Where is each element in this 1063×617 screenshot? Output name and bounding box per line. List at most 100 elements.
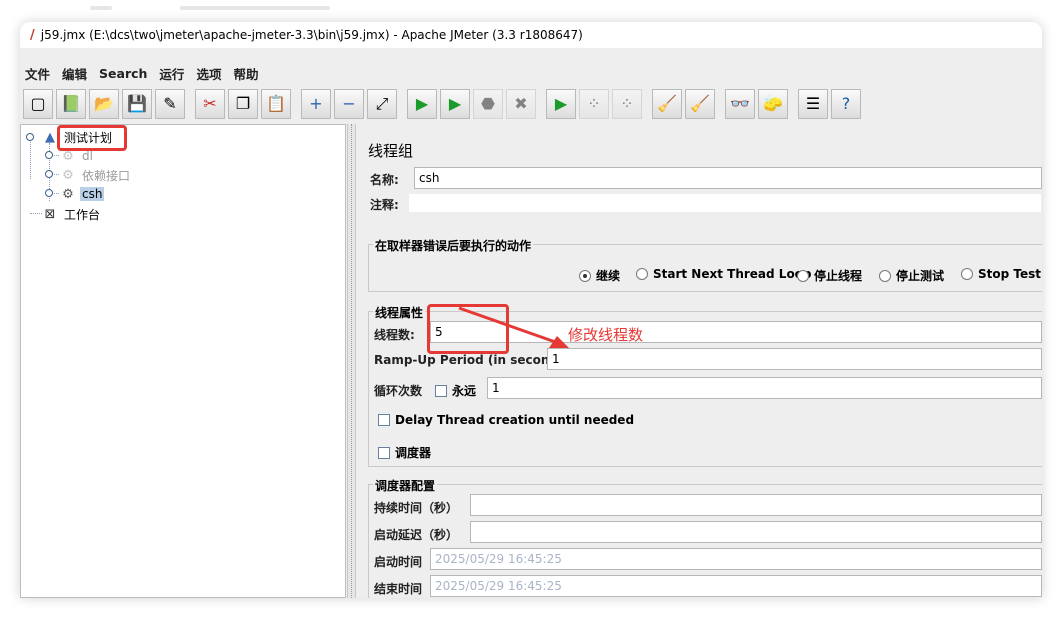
radio-indicator [961, 268, 973, 280]
toggle-button[interactable]: ⤢ [367, 89, 397, 119]
startup-delay-field[interactable] [470, 521, 1042, 543]
menu-edit[interactable]: 编辑 [61, 64, 88, 83]
cut-button[interactable]: ✂ [195, 89, 225, 119]
annotation-text: 修改线程数 [568, 326, 644, 344]
save-as-icon: ✎ [163, 94, 177, 113]
scheduler-checkbox[interactable]: 调度器 [378, 444, 431, 461]
help-icon: ? [841, 94, 851, 113]
checkbox-label: 调度器 [395, 446, 432, 460]
panel-title: 线程组 [368, 142, 414, 160]
thread-group-gear-icon: ⚙ [62, 167, 74, 183]
search-button[interactable]: 👓 [725, 89, 755, 119]
thread-group-gear-icon: ⚙ [62, 186, 74, 202]
forever-checkbox[interactable]: 永远 [435, 382, 476, 399]
menu-options[interactable]: 选项 [195, 64, 222, 83]
comment-field[interactable] [408, 193, 1042, 213]
remote-start-button[interactable]: ▶ [546, 89, 576, 119]
tree-toggle-dl[interactable] [45, 151, 53, 159]
radio-stop-thread[interactable]: 停止线程 [797, 267, 862, 284]
split-pane-divider[interactable] [347, 124, 356, 598]
tree-node-label: csh [80, 187, 105, 201]
workbench-icon: ⊠ [44, 206, 56, 222]
name-field[interactable]: csh [414, 167, 1042, 189]
scheduler-config-title: 调度器配置 [373, 477, 438, 494]
new-icon: ▢ [30, 94, 46, 113]
function-helper-button[interactable]: ☰ [798, 89, 828, 119]
end-time-label: 结束时间 [374, 582, 423, 596]
tree-toggle-root[interactable] [26, 133, 34, 141]
tree-node-csh[interactable]: ⚙ csh [59, 185, 105, 203]
templates-icon: 📗 [61, 94, 81, 113]
clear-all-icon: 🧹 [690, 94, 710, 113]
open-icon: 📂 [94, 94, 114, 113]
open-button[interactable]: 📂 [89, 89, 119, 119]
tree-toggle-dependent[interactable] [45, 170, 53, 178]
start-no-pause-button[interactable]: ▶ [440, 89, 470, 119]
tree-node-label: 依赖接口 [82, 168, 131, 183]
highlight-box [57, 125, 127, 151]
radio-indicator [879, 269, 891, 282]
stop-icon: ⬣ [481, 94, 495, 113]
copy-button[interactable]: ❐ [228, 89, 258, 119]
checkbox-label: 永远 [452, 384, 477, 398]
error-action-group-title: 在取样器错误后要执行的动作 [373, 237, 534, 254]
reset-search-button[interactable]: 🧽 [758, 89, 788, 119]
radio-stop-test[interactable]: 停止测试 [879, 267, 944, 284]
radio-label: 停止测试 [896, 269, 945, 283]
startup-delay-label: 启动延迟（秒） [374, 528, 459, 542]
loop-count-field[interactable]: 1 [487, 377, 1042, 399]
start-button[interactable]: ▶ [407, 89, 437, 119]
save-as-button[interactable]: ✎ [155, 89, 185, 119]
test-plan-tree: ▲ 测试计划 ⚙ dl ⚙ 依赖接口 ⚙ csh ⊠ 工作台 [20, 124, 346, 598]
radio-start-next-loop[interactable]: Start Next Thread Loop [636, 267, 812, 281]
menu-file[interactable]: 文件 [24, 64, 51, 83]
menu-bar: 文件 编辑 Search 运行 选项 帮助 [20, 62, 1042, 84]
loop-count-label: 循环次数 [374, 384, 423, 398]
paste-icon: 📋 [266, 94, 286, 113]
duration-label: 持续时间（秒） [374, 501, 459, 515]
clear-button[interactable]: 🧹 [652, 89, 682, 119]
clear-all-button[interactable]: 🧹 [685, 89, 715, 119]
radio-stop-test-now[interactable]: Stop Test N [961, 267, 1042, 281]
window-title: j59.jmx (E:\dcs\two\jmeter\apache-jmeter… [40, 28, 583, 42]
remote-shutdown-button[interactable]: ⁘ [612, 89, 642, 119]
function-helper-icon: ☰ [805, 94, 821, 113]
remote-start-icon: ▶ [554, 94, 568, 113]
shutdown-button[interactable]: ✖ [506, 89, 536, 119]
toggle-icon: ⤢ [375, 94, 389, 113]
checkbox-label: Delay Thread creation until needed [395, 413, 635, 427]
rampup-field[interactable]: 1 [547, 348, 1042, 370]
templates-button[interactable]: 📗 [56, 89, 86, 119]
stop-button[interactable]: ⬣ [473, 89, 503, 119]
thread-group-panel: 线程组 名称: csh 注释: 在取样器错误后要执行的动作 继续 Start N… [357, 124, 1042, 598]
tree-connector [30, 139, 31, 179]
start-time-field[interactable]: 2025/05/29 16:45:25 [430, 548, 1042, 570]
radio-continue[interactable]: 继续 [579, 267, 620, 284]
help-button[interactable]: ? [831, 89, 861, 119]
delay-thread-creation-checkbox[interactable]: Delay Thread creation until needed [378, 413, 634, 427]
radio-indicator [579, 269, 591, 282]
name-label: 名称: [370, 173, 399, 187]
new-button[interactable]: ▢ [23, 89, 53, 119]
remote-shutdown-icon: ⁘ [620, 94, 634, 113]
expand-icon: + [309, 94, 323, 113]
duration-field[interactable] [470, 494, 1042, 516]
annotation-arrow-icon [458, 306, 569, 348]
save-button[interactable]: 💾 [122, 89, 152, 119]
menu-search[interactable]: Search [98, 66, 148, 81]
collapse-button[interactable]: − [334, 89, 364, 119]
start-no-pause-icon: ▶ [448, 94, 462, 113]
comment-label: 注释: [370, 198, 399, 212]
end-time-field[interactable]: 2025/05/29 16:45:25 [430, 575, 1042, 597]
tree-node-dependent-api[interactable]: ⚙ 依赖接口 [59, 166, 132, 184]
expand-button[interactable]: + [301, 89, 331, 119]
paste-button[interactable]: 📋 [261, 89, 291, 119]
thread-properties-title: 线程属性 [373, 304, 426, 321]
remote-stop-button[interactable]: ⁘ [579, 89, 609, 119]
shutdown-icon: ✖ [514, 94, 528, 113]
tree-node-workbench[interactable]: ⊠ 工作台 [41, 205, 102, 223]
menu-help[interactable]: 帮助 [232, 64, 259, 83]
tree-toggle-csh[interactable] [45, 189, 53, 197]
menu-run[interactable]: 运行 [158, 64, 185, 83]
clear-icon: 🧹 [657, 94, 677, 113]
